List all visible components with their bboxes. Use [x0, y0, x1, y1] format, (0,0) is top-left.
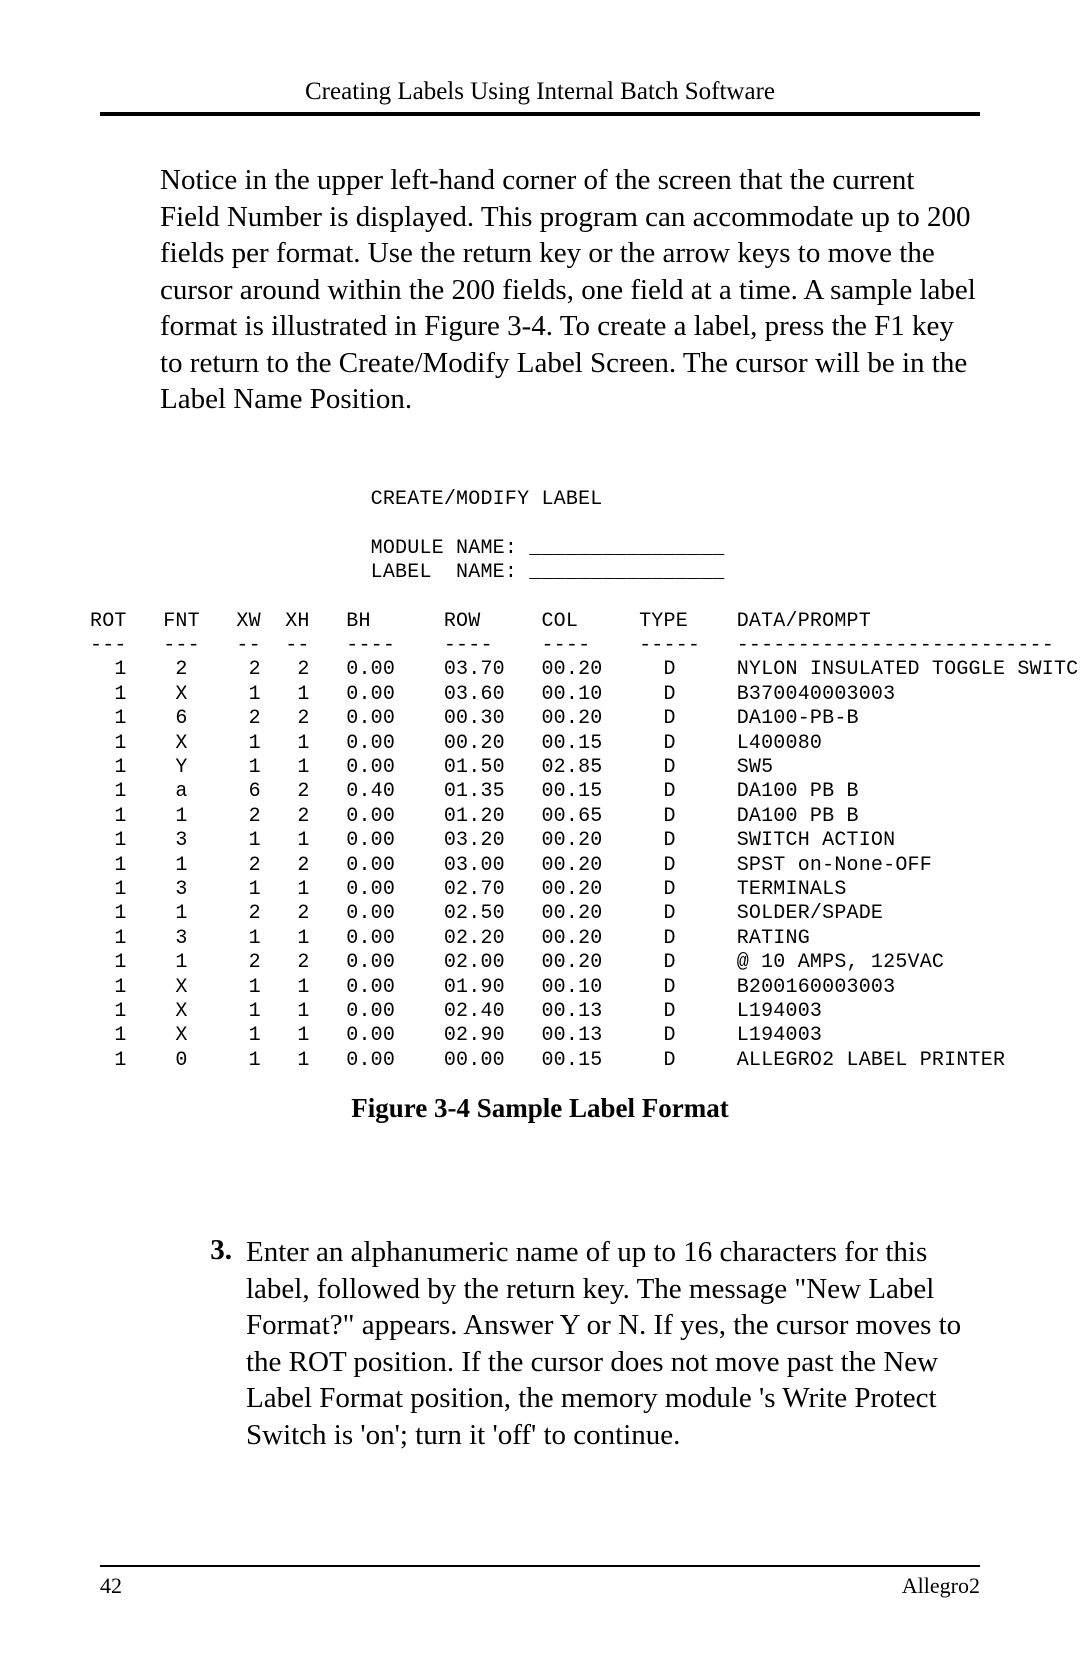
figure-caption: Figure 3-4 Sample Label Format: [100, 1093, 980, 1124]
step-3: 3. Enter an alphanumeric name of up to 1…: [100, 1234, 980, 1453]
product-name: Allegro2: [902, 1573, 980, 1599]
step-text: Enter an alphanumeric name of up to 16 c…: [246, 1234, 976, 1453]
header-rule: [100, 112, 980, 116]
intro-paragraph: Notice in the upper left-hand corner of …: [100, 162, 980, 418]
terminal-screen: CREATE/MODIFY LABEL MODULE NAME: _______…: [90, 488, 980, 1073]
footer-rule: [100, 1565, 980, 1567]
page-footer: 42 Allegro2: [100, 1565, 980, 1599]
step-number: 3.: [196, 1234, 246, 1453]
page-number: 42: [100, 1573, 122, 1599]
running-header: Creating Labels Using Internal Batch Sof…: [100, 78, 980, 112]
